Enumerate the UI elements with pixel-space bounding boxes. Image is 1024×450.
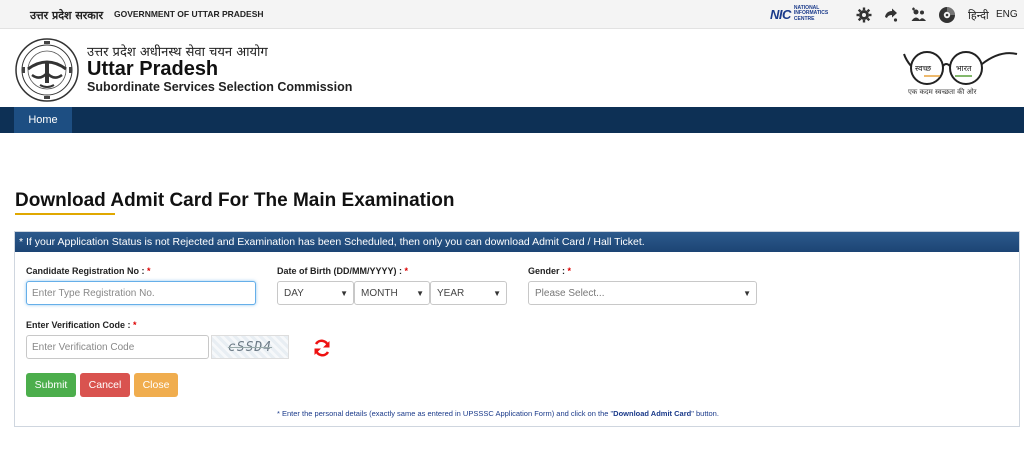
registration-placeholder: Enter Type Registration No.	[32, 287, 155, 299]
chevron-down-icon: ▼	[416, 288, 424, 298]
footnote-post: " button.	[691, 409, 719, 418]
gender-select[interactable]: Please Select... ▼	[528, 281, 757, 305]
refresh-captcha-icon[interactable]	[312, 338, 332, 358]
dob-month-value: MONTH	[361, 287, 398, 299]
nav-home-link[interactable]: Home	[14, 107, 72, 133]
gear-icon[interactable]	[855, 6, 873, 24]
upsssc-emblem-icon[interactable]	[14, 37, 80, 103]
required-mark: *	[133, 320, 137, 330]
page-title: Download Admit Card For The Main Examina…	[15, 190, 455, 211]
nic-mark: NIC	[770, 6, 791, 22]
captcha-image: cSSD4	[211, 335, 289, 359]
dob-month-select[interactable]: MONTH ▼	[354, 281, 430, 305]
contrast-icon[interactable]	[938, 6, 956, 24]
footnote-download-link[interactable]: Download Admit Card	[613, 409, 691, 418]
cancel-button[interactable]: Cancel	[80, 373, 130, 397]
registration-input[interactable]: Enter Type Registration No.	[26, 281, 256, 305]
form-footnote: * Enter the personal details (exactly sa…	[277, 409, 719, 418]
verification-placeholder: Enter Verification Code	[32, 341, 135, 353]
swachh-right-text: भारत	[956, 64, 972, 73]
eligibility-notice: * If your Application Status is not Reje…	[15, 232, 1019, 252]
captcha-text: cSSD4	[227, 339, 273, 355]
main-navbar: Home	[0, 107, 1024, 133]
gender-placeholder: Please Select...	[535, 287, 605, 299]
gov-hindi-label: उत्तर प्रदेश सरकार	[30, 9, 104, 22]
swachh-left-text: स्वच्छ	[915, 64, 932, 73]
footnote-pre: * Enter the personal details (exactly sa…	[277, 409, 614, 418]
gender-label: Gender : *	[528, 266, 571, 276]
dob-year-value: YEAR	[437, 287, 465, 299]
sitemap-icon[interactable]	[882, 6, 900, 24]
required-mark: *	[147, 266, 151, 276]
verification-label: Enter Verification Code : *	[26, 320, 137, 330]
org-name-sub: Subordinate Services Selection Commissio…	[87, 80, 353, 94]
title-underline	[15, 213, 115, 215]
dob-label: Date of Birth (DD/MM/YYYY) : *	[277, 266, 408, 276]
top-bar: उत्तर प्रदेश सरकार GOVERNMENT OF UTTAR P…	[0, 0, 1024, 29]
accessibility-users-icon[interactable]	[910, 6, 928, 24]
site-header: उत्तर प्रदेश अधीनस्थ सेवा चयन आयोग Uttar…	[0, 30, 1024, 107]
nic-logo[interactable]: NIC NATIONAL INFORMATICS CENTRE	[770, 5, 834, 23]
dob-year-select[interactable]: YEAR ▼	[430, 281, 507, 305]
chevron-down-icon: ▼	[340, 288, 348, 298]
registration-label-text: Candidate Registration No :	[26, 266, 145, 276]
verification-label-text: Enter Verification Code :	[26, 320, 131, 330]
language-english-link[interactable]: ENG	[996, 9, 1018, 20]
close-button[interactable]: Close	[134, 373, 178, 397]
required-mark: *	[404, 266, 409, 276]
swachh-tagline: एक कदम स्वच्छता की ओर	[908, 88, 977, 96]
language-hindi-link[interactable]: हिन्दी	[968, 8, 989, 23]
admit-card-form-panel: * If your Application Status is not Reje…	[14, 231, 1020, 427]
dob-label-text: Date of Birth (DD/MM/YYYY) :	[277, 266, 402, 276]
required-mark: *	[567, 266, 572, 276]
chevron-down-icon: ▼	[493, 288, 501, 298]
gender-label-text: Gender :	[528, 266, 566, 276]
submit-button[interactable]: Submit	[26, 373, 76, 397]
registration-label: Candidate Registration No : *	[26, 266, 151, 276]
verification-code-input[interactable]: Enter Verification Code	[26, 335, 209, 359]
nic-text: NATIONAL INFORMATICS CENTRE	[793, 4, 829, 22]
dob-day-select[interactable]: DAY ▼	[277, 281, 354, 305]
gov-english-label: GOVERNMENT OF UTTAR PRADESH	[114, 9, 264, 19]
dob-day-value: DAY	[284, 287, 304, 299]
chevron-down-icon: ▼	[743, 288, 751, 298]
org-name-main: Uttar Pradesh	[87, 58, 219, 80]
